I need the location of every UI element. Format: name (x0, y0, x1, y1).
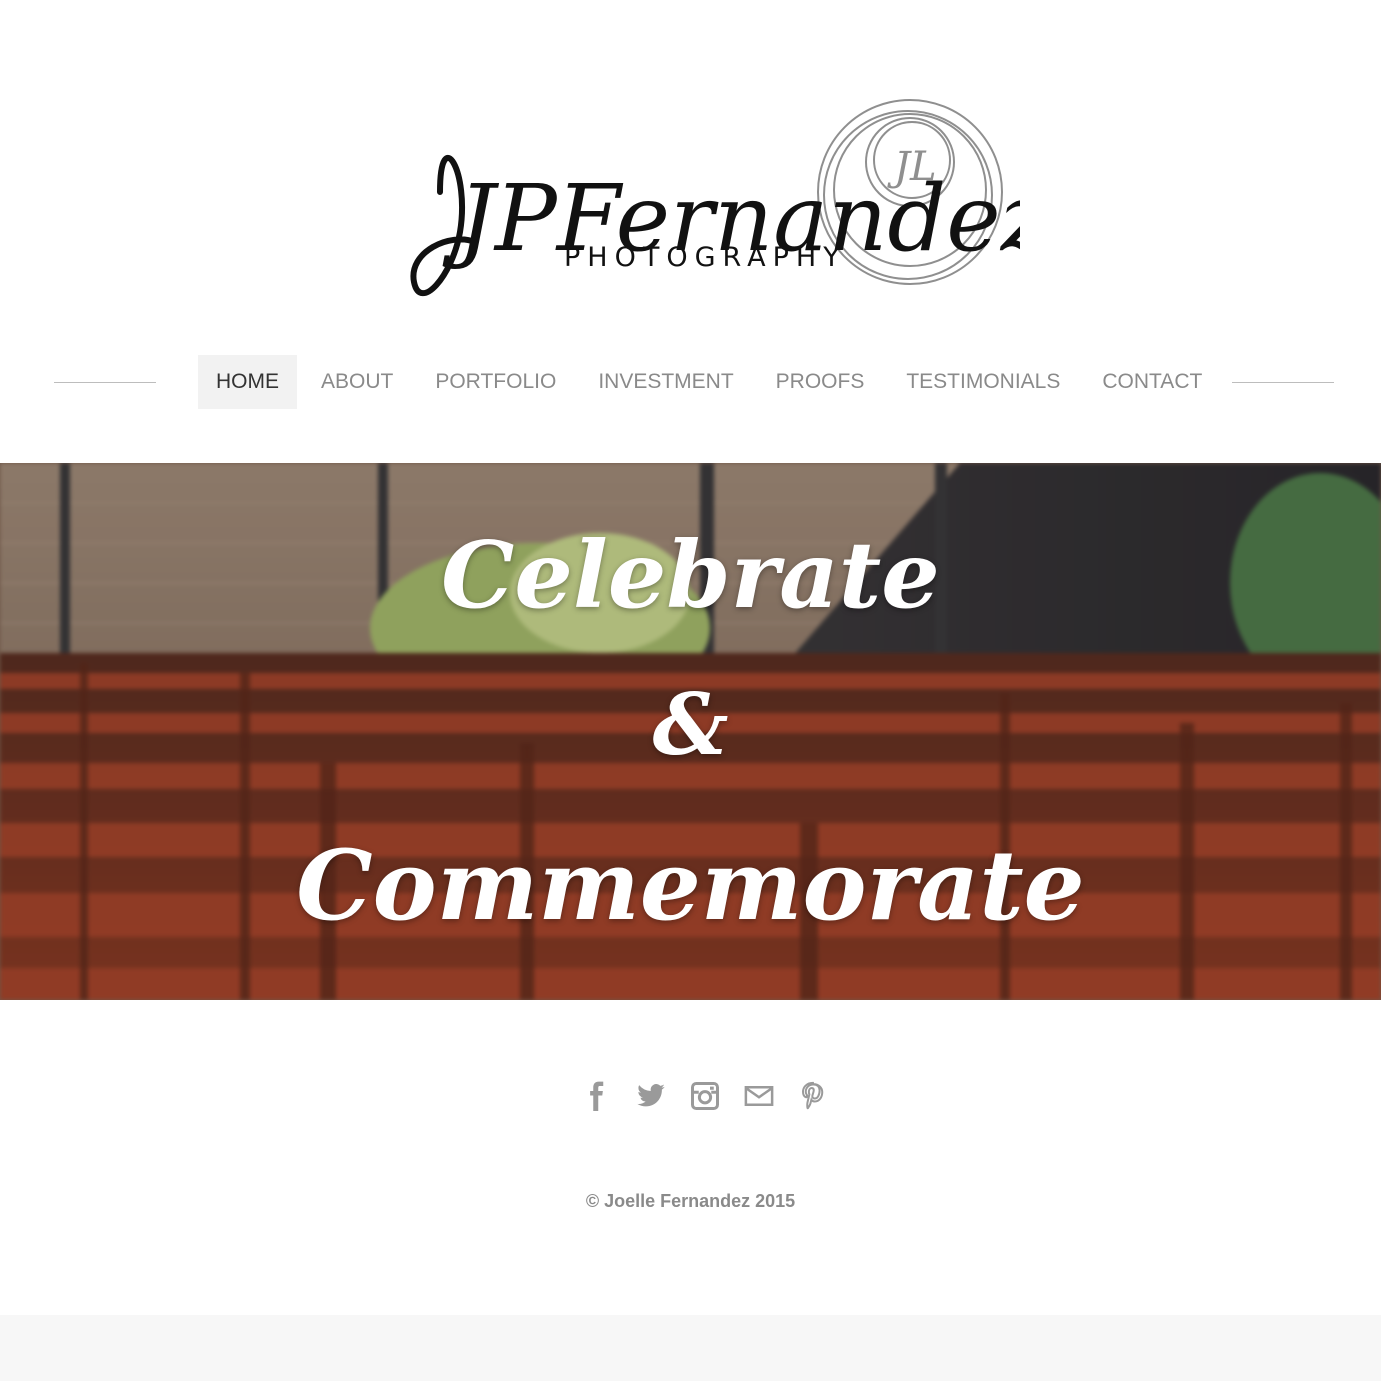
footer-band (0, 1315, 1381, 1381)
copyright-text: © Joelle Fernandez 2015 (585, 1191, 796, 1211)
nav-item-home[interactable]: HOME (198, 355, 297, 409)
site-logo[interactable]: JL JPFernandez PHOTOGRAPHY (400, 62, 1020, 324)
hero-heading-line3: Commemorate (296, 829, 1085, 942)
mail-icon[interactable] (742, 1078, 776, 1114)
facebook-icon[interactable] (580, 1078, 614, 1114)
nav-item-investment[interactable]: INVESTMENT (580, 355, 751, 409)
logo-graphic: JL JPFernandez PHOTOGRAPHY (410, 99, 1020, 297)
nav-divider-right (1232, 382, 1334, 383)
nav-item-portfolio[interactable]: PORTFOLIO (417, 355, 574, 409)
nav-item-proofs[interactable]: PROOFS (758, 355, 883, 409)
hero-heading-line2: & (652, 675, 729, 774)
nav-item-about[interactable]: ABOUT (303, 355, 411, 409)
logo-subtitle: PHOTOGRAPHY (564, 242, 847, 273)
nav-item-testimonials[interactable]: TESTIMONIALS (888, 355, 1078, 409)
instagram-icon[interactable] (688, 1078, 722, 1114)
hero-heading-line1: Celebrate (441, 521, 940, 629)
nav-divider-left (54, 382, 156, 383)
pinterest-icon[interactable] (796, 1078, 830, 1114)
twitter-icon[interactable] (634, 1078, 668, 1114)
nav-items: HOME ABOUT PORTFOLIO INVESTMENT PROOFS T… (198, 355, 1220, 409)
nav-item-contact[interactable]: CONTACT (1084, 355, 1220, 409)
hero-banner: Celebrate & Commemorate (0, 463, 1381, 1000)
main-nav: HOME ABOUT PORTFOLIO INVESTMENT PROOFS T… (0, 355, 1381, 409)
social-links (580, 1078, 830, 1114)
